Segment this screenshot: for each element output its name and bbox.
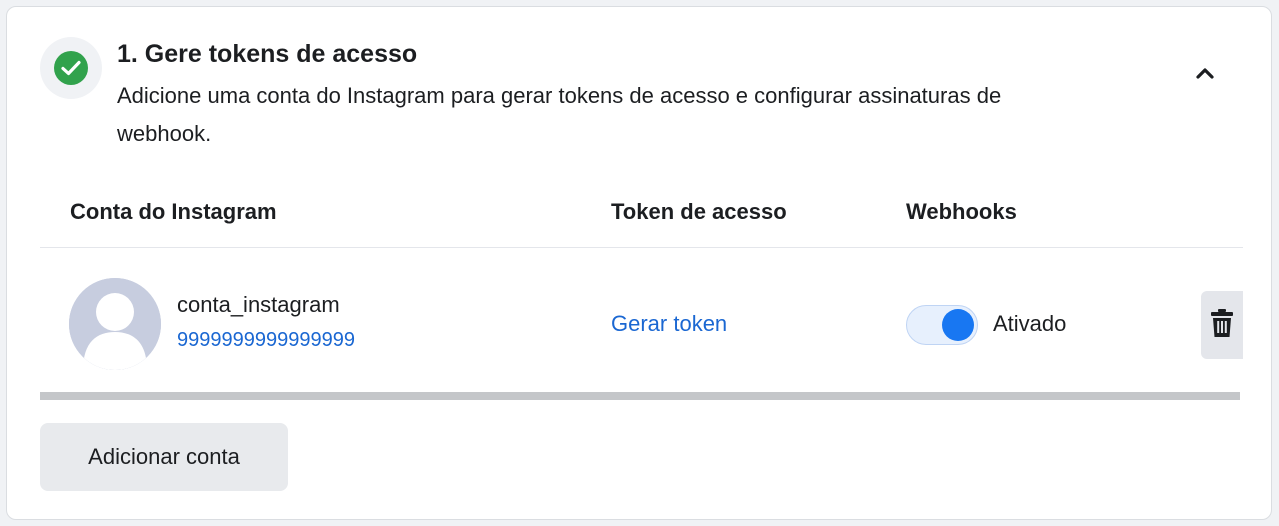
collapse-button[interactable] [1185,55,1225,95]
trash-icon [1211,308,1233,342]
access-token-step-card: 1. Gere tokens de acesso Adicione uma co… [6,6,1272,520]
delete-account-button[interactable] [1201,291,1243,359]
webhooks-status-label: Ativado [993,311,1067,336]
column-header-webhooks: Webhooks [906,199,1017,224]
account-id-link[interactable]: 9999999999999999 [177,327,355,353]
step-title: 1. Gere tokens de acesso [117,40,418,68]
add-account-button[interactable]: Adicionar conta [40,423,288,491]
step-status [40,37,102,99]
generate-token-link[interactable]: Gerar token [611,309,727,339]
account-username: conta_instagram [177,292,340,317]
webhooks-toggle[interactable] [906,305,978,345]
column-header-account: Conta do Instagram [70,199,277,224]
toggle-knob [942,309,974,341]
table-horizontal-scrollbar[interactable] [40,392,1240,400]
column-header-token: Token de acesso [611,199,787,224]
chevron-up-icon [1195,66,1215,85]
avatar [69,278,161,370]
check-circle-icon [54,51,88,85]
step-description: Adicione uma conta do Instagram para ger… [117,83,1002,146]
header-divider [40,247,1243,248]
